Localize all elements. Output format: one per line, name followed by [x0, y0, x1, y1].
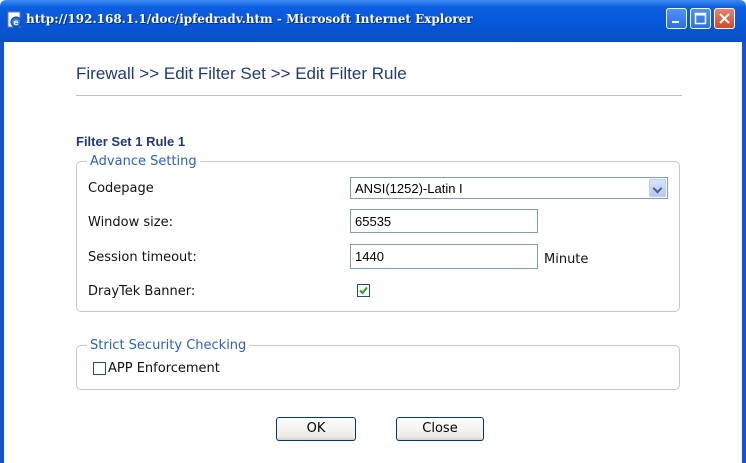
codepage-label: Codepage	[88, 181, 154, 196]
session-timeout-unit: Minute	[544, 252, 589, 267]
window-frame-right	[742, 42, 746, 463]
app-enforcement-checkbox[interactable]	[93, 362, 106, 375]
close-icon	[719, 13, 730, 24]
session-timeout-label: Session timeout:	[88, 250, 197, 265]
strict-security-legend: Strict Security Checking	[90, 338, 247, 353]
maximize-icon	[694, 12, 707, 25]
close-button[interactable]: Close	[396, 417, 484, 441]
advance-setting-legend: Advance Setting	[90, 154, 197, 169]
section-title: Filter Set 1 Rule 1	[76, 134, 186, 149]
minimize-icon	[672, 21, 679, 23]
checkmark-icon	[359, 286, 368, 295]
codepage-select[interactable]: ANSI(1252)-Latin I	[350, 177, 668, 199]
window-titlebar: e http://192.168.1.1/doc/ipfedradv.htm -…	[0, 0, 746, 42]
title-divider	[76, 95, 682, 96]
minimize-button[interactable]	[666, 8, 687, 29]
chevron-down-icon[interactable]	[649, 179, 666, 197]
window-frame-left	[0, 42, 4, 463]
close-window-button[interactable]	[714, 8, 735, 29]
window-size-label: Window size:	[88, 215, 173, 230]
window-title: http://192.168.1.1/doc/ipfedradv.htm - M…	[26, 12, 473, 26]
page-title: Firewall >> Edit Filter Set >> Edit Filt…	[76, 64, 407, 83]
window-size-input[interactable]	[350, 209, 538, 233]
session-timeout-input[interactable]	[350, 244, 538, 269]
codepage-selected-value: ANSI(1252)-Latin I	[355, 181, 463, 196]
svg-text:e: e	[13, 18, 19, 27]
draytek-banner-label: DrayTek Banner:	[88, 284, 196, 299]
app-enforcement-label: APP Enforcement	[108, 361, 220, 376]
ie-page-icon: e	[7, 11, 22, 28]
maximize-button[interactable]	[690, 8, 711, 29]
ok-button[interactable]: OK	[276, 417, 356, 441]
draytek-banner-checkbox[interactable]	[357, 284, 370, 297]
